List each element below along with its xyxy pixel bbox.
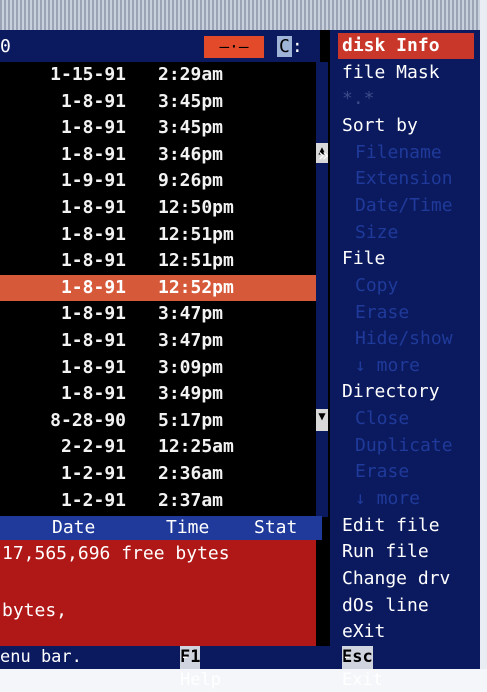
file-time: 12:50pm — [158, 197, 234, 218]
file-row[interactable]: 1-8-91 3:09pm — [0, 355, 320, 381]
menu-item[interactable]: Erase — [355, 300, 409, 326]
file-time: 3:45pm — [158, 117, 224, 139]
file-date: 1-8-91 — [60, 90, 126, 112]
file-time: 9:26pm — [158, 170, 224, 192]
file-row[interactable]: 2-2-91 12:25am — [0, 434, 320, 460]
file-row[interactable]: 1-8-91 12:51pm — [0, 248, 320, 274]
menu-item[interactable]: Directory — [342, 379, 440, 405]
file-time: 3:47pm — [158, 330, 224, 351]
file-date: 1-8-91 — [60, 356, 126, 378]
menu-item[interactable]: Extension — [355, 166, 453, 192]
file-row[interactable]: 1-8-91 3:47pm — [0, 301, 320, 327]
file-date: 1-8-91 — [60, 223, 126, 245]
file-row[interactable]: 1-2-91 2:36am — [0, 461, 320, 487]
menu-item[interactable]: Size — [355, 220, 398, 246]
file-date: 1-2-91 — [60, 463, 126, 484]
file-time: 2:37am — [158, 489, 224, 511]
file-row[interactable]: 1-8-91 3:45pm — [0, 89, 320, 115]
bytes-text: bytes, — [2, 600, 68, 621]
menu-item[interactable]: Hide/show — [355, 326, 453, 352]
file-time: 3:49pm — [158, 383, 224, 405]
file-time: 3:09pm — [158, 356, 224, 378]
help-label[interactable]: -Help — [180, 646, 221, 692]
file-date: 1-8-91 — [60, 197, 126, 218]
file-row[interactable]: 1-8-91 3:49pm — [0, 381, 320, 407]
status-text: enu bar. — [0, 647, 82, 667]
top-border — [0, 0, 487, 30]
status-bar: enu bar. F1 -Help Esc -Exit — [0, 646, 480, 690]
file-time: 12:51pm — [158, 223, 234, 245]
menu-item[interactable]: ↓ more — [355, 486, 420, 512]
menu-item[interactable]: Erase — [355, 459, 409, 485]
file-row[interactable]: 1-8-91 3:46pm — [0, 142, 320, 168]
file-row[interactable]: 1-9-91 9:26pm — [0, 168, 320, 194]
file-time: 12:52pm — [158, 276, 234, 298]
menu-item[interactable]: Duplicate — [355, 433, 453, 459]
menu-item[interactable]: Edit file — [342, 513, 440, 539]
file-row[interactable]: 1-8-91 3:45pm — [0, 115, 320, 141]
file-row[interactable]: 1-8-91 12:52pm — [0, 274, 320, 301]
drive-letter: C — [277, 36, 292, 57]
menu-item[interactable]: ↓ more — [355, 353, 420, 379]
menu-item[interactable]: eXit — [342, 619, 385, 645]
info-panel: 17,565,696 free bytes bytes, — [0, 540, 316, 646]
column-time[interactable]: Time — [166, 516, 209, 540]
right-edge — [480, 0, 487, 669]
file-date: 1-8-91 — [60, 303, 126, 325]
file-row[interactable]: 1-8-91 12:50pm — [0, 195, 320, 221]
file-time: 2:29am — [158, 64, 224, 85]
exit-label[interactable]: -Exit — [342, 646, 383, 692]
file-date: 1-8-91 — [60, 276, 126, 298]
file-list: 1-15-91 2:29am 1-8-91 3:45pm 1-8-91 3:45pm 1-8… — [0, 62, 322, 514]
menu-item[interactable]: dOs line — [342, 593, 429, 619]
menu-item[interactable]: file Mask — [342, 60, 440, 86]
header-left: 0 — [0, 36, 11, 57]
header-indicator: —·— — [204, 36, 264, 58]
file-time: 12:51pm — [158, 250, 234, 272]
menu-item[interactable]: Copy — [355, 273, 398, 299]
column-stat[interactable]: Stat — [254, 516, 297, 540]
column-date[interactable]: Date — [52, 516, 95, 540]
file-time: 12:25am — [158, 436, 234, 458]
file-date: 1-8-91 — [60, 143, 126, 165]
menu-item[interactable]: Run file — [342, 539, 429, 565]
file-time: 2:36am — [158, 463, 224, 484]
menu-item[interactable]: Sort by — [342, 113, 418, 139]
menu-pointer-icon: » — [318, 145, 329, 166]
file-date: 2-2-91 — [60, 436, 126, 458]
menu-item[interactable]: *.* — [342, 86, 375, 112]
file-date: 1-9-91 — [60, 170, 126, 192]
file-date: 1-8-91 — [60, 117, 126, 139]
file-date: 1-15-91 — [50, 64, 126, 85]
header-bar — [0, 30, 320, 62]
file-date: 8-28-90 — [50, 409, 126, 431]
file-row[interactable]: 8-28-90 5:17pm — [0, 408, 320, 434]
column-headers: Date Time Stat — [0, 516, 322, 540]
free-bytes-text: 17,565,696 free bytes — [2, 543, 230, 564]
menu-item[interactable]: Change drv — [342, 566, 450, 592]
file-date: 1-2-91 — [60, 489, 126, 511]
menu-item[interactable]: Filename — [355, 140, 442, 166]
scrollbar[interactable] — [316, 62, 328, 517]
file-time: 5:17pm — [158, 409, 224, 431]
file-time: 3:47pm — [158, 303, 224, 325]
file-row[interactable]: 1-8-91 12:51pm — [0, 222, 320, 248]
file-row[interactable]: 1-2-91 2:37am — [0, 488, 320, 514]
file-time: 3:45pm — [158, 90, 224, 112]
drive-indicator: C: — [277, 36, 317, 58]
file-row[interactable]: 1-8-91 3:47pm — [0, 328, 320, 354]
menu-item[interactable]: File — [342, 246, 385, 272]
scroll-down-icon[interactable]: ▼ — [316, 409, 328, 431]
menu-item[interactable]: disk Info — [338, 33, 474, 59]
drive-colon: : — [291, 36, 303, 57]
file-date: 1-8-91 — [60, 383, 126, 405]
file-row[interactable]: 1-15-91 2:29am — [0, 62, 320, 88]
menu-item[interactable]: Date/Time — [355, 193, 453, 219]
menu-item[interactable]: Close — [355, 406, 409, 432]
file-time: 3:46pm — [158, 143, 224, 165]
file-date: 1-8-91 — [60, 330, 126, 351]
file-date: 1-8-91 — [60, 250, 126, 272]
